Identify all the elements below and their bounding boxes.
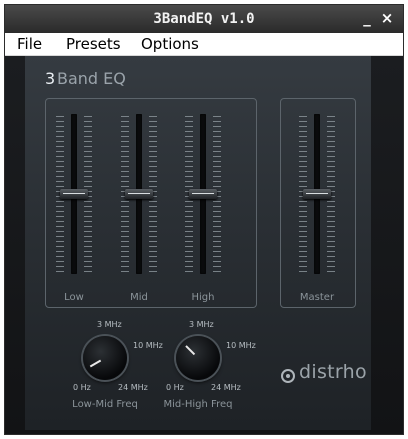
menu-presets[interactable]: Presets <box>66 35 121 53</box>
knob-low-mid-label: Low-Mid Freq <box>72 399 138 410</box>
close-icon[interactable]: × <box>379 10 395 26</box>
brand-number: 3 <box>45 69 56 88</box>
knob-low-mid-freq[interactable] <box>83 336 127 380</box>
knob-mid-high-freq[interactable] <box>176 336 220 380</box>
knob2-tick-max: 24 MHz <box>211 383 241 392</box>
fader-low-label: Low <box>64 292 84 303</box>
distrho-logo-icon <box>281 369 295 383</box>
knob2-tick-top: 3 MHz <box>189 320 214 329</box>
knob1-tick-max: 24 MHz <box>118 383 148 392</box>
fader-high-label: High <box>191 292 215 303</box>
fader-handle[interactable] <box>303 189 331 199</box>
fader-handle[interactable] <box>189 189 217 199</box>
menu-options[interactable]: Options <box>141 35 199 53</box>
knob-indicator <box>89 359 102 368</box>
plugin-window: 3BandEQ v1.0 _ × File Presets Options 3 … <box>4 4 404 435</box>
minimize-icon[interactable]: _ <box>359 10 375 26</box>
titlebar[interactable]: 3BandEQ v1.0 _ × <box>5 5 403 33</box>
knob2-tick-right: 10 MHz <box>226 341 256 350</box>
knob2-tick-min: 0 Hz <box>166 383 184 392</box>
knob-indicator <box>185 345 196 356</box>
window-title: 3BandEQ v1.0 <box>153 11 255 27</box>
knob1-tick-top: 3 MHz <box>97 320 122 329</box>
fader-handle[interactable] <box>125 189 153 199</box>
knob1-tick-min: 0 Hz <box>73 383 91 392</box>
distrho-logo-text: distrho <box>299 361 367 383</box>
fader-master-label: Master <box>299 292 335 303</box>
fader-mid-label: Mid <box>130 292 148 303</box>
knob-mid-high-label: Mid-High Freq <box>163 399 233 410</box>
menu-file[interactable]: File <box>17 35 42 53</box>
menubar: File Presets Options <box>5 33 403 56</box>
knob1-tick-right: 10 MHz <box>133 341 163 350</box>
fader-handle[interactable] <box>60 189 88 199</box>
plugin-area: 3 Band EQ Low Mid High Master 3 MHz 10 M… <box>5 56 403 434</box>
brand-text: Band EQ <box>57 69 126 88</box>
